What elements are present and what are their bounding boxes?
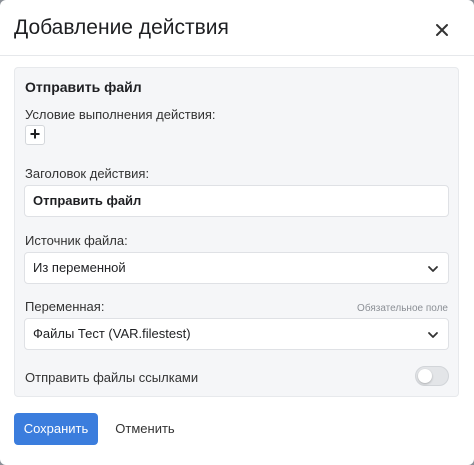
send-links-toggle[interactable]	[415, 366, 449, 386]
action-panel: Отправить файл Условие выполнения действ…	[14, 67, 459, 397]
variable-select[interactable]: Файлы Тест (VAR.filestest)	[24, 318, 449, 350]
action-title-label: Заголовок действия:	[25, 166, 150, 181]
dialog-header: Добавление действия	[0, 0, 474, 56]
condition-label: Условие выполнения действия:	[25, 107, 216, 122]
variable-label: Переменная:	[25, 299, 105, 314]
file-source-select[interactable]: Из переменной	[24, 252, 449, 284]
chevron-down-icon	[428, 266, 438, 272]
action-panel-title: Отправить файл	[25, 79, 142, 95]
cancel-button[interactable]: Отменить	[110, 413, 180, 445]
toggle-knob	[418, 369, 432, 383]
chevron-down-icon	[428, 332, 438, 338]
close-button[interactable]	[432, 20, 452, 40]
required-field-note: Обязательное поле	[357, 303, 448, 314]
send-links-label: Отправить файлы ссылками	[25, 370, 199, 385]
file-source-value: Из переменной	[33, 260, 126, 275]
save-button[interactable]: Сохранить	[14, 413, 98, 445]
close-icon	[436, 24, 448, 36]
add-condition-button[interactable]: +	[25, 125, 45, 145]
dialog-title: Добавление действия	[14, 16, 229, 39]
add-action-dialog: Добавление действия Отправить файл Услов…	[0, 0, 474, 465]
file-source-label: Источник файла:	[25, 233, 128, 248]
variable-value: Файлы Тест (VAR.filestest)	[33, 326, 191, 341]
plus-icon: +	[29, 124, 41, 144]
action-title-input[interactable]: Отправить файл	[24, 185, 449, 217]
